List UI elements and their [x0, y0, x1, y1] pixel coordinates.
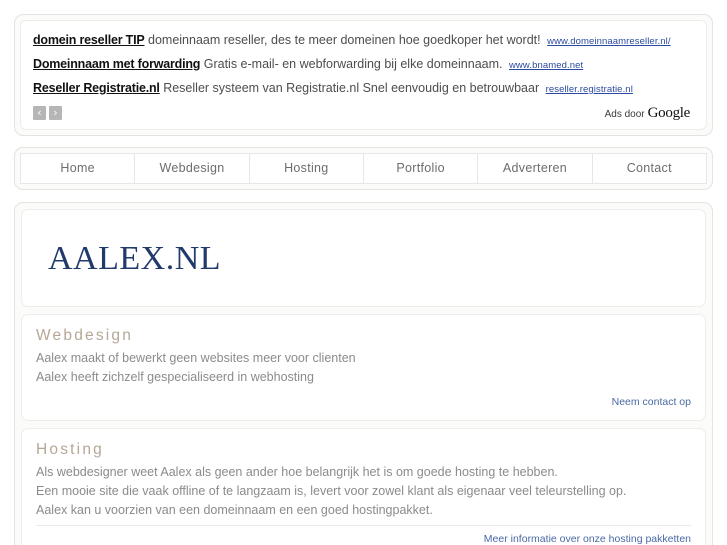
section-text-line: Aalex kan u voorzien van een domeinnaam …: [36, 503, 433, 517]
contact-link[interactable]: Neem contact op: [612, 396, 691, 408]
nav-item-home[interactable]: Home: [20, 153, 136, 184]
ad-entry[interactable]: domein reseller TIP domeinnaam reseller,…: [33, 29, 694, 53]
section-text-line: Aalex heeft zichzelf gespecialiseerd in …: [36, 370, 314, 384]
ad-entry[interactable]: Domeinnaam met forwarding Gratis e-mail-…: [33, 53, 694, 77]
content-area: AALEX.NL Webdesign Aalex maakt of bewerk…: [14, 202, 713, 545]
ads-pager: ‹ ›: [33, 106, 62, 120]
nav-item-contact[interactable]: Contact: [592, 153, 707, 184]
ads-attribution[interactable]: Ads door Google: [605, 105, 694, 122]
nav-item-portfolio[interactable]: Portfolio: [363, 153, 479, 184]
site-logo[interactable]: AALEX.NL: [48, 240, 221, 278]
nav-item-hosting[interactable]: Hosting: [249, 153, 364, 184]
main-navigation: Home Webdesign Hosting Portfolio Adverte…: [14, 147, 713, 190]
ad-description: domeinnaam reseller, des te meer domeine…: [148, 33, 541, 47]
ad-title-link[interactable]: Reseller Registratie.nl: [33, 81, 160, 95]
ad-url-link[interactable]: reseller.registratie.nl: [546, 84, 633, 95]
ad-entry[interactable]: Reseller Registratie.nl Reseller systeem…: [33, 77, 694, 101]
ad-title-link[interactable]: domein reseller TIP: [33, 33, 145, 47]
site-header-panel: AALEX.NL: [21, 209, 706, 307]
google-ads-inner: domein reseller TIP domeinnaam reseller,…: [20, 20, 707, 130]
section-text-line: Een mooie site die vaak offline of te la…: [36, 484, 627, 498]
section-webdesign: Webdesign Aalex maakt of bewerkt geen we…: [21, 314, 706, 421]
section-hosting: Hosting Als webdesigner weet Aalex als g…: [21, 428, 706, 545]
ads-attribution-prefix: Ads door: [604, 108, 645, 120]
ad-url-link[interactable]: www.bnamed.net: [509, 60, 583, 71]
nav-item-webdesign[interactable]: Webdesign: [135, 153, 250, 184]
google-ads-block: domein reseller TIP domeinnaam reseller,…: [14, 14, 713, 136]
chevron-left-icon[interactable]: ‹: [33, 106, 46, 120]
nav-item-adverteren[interactable]: Adverteren: [478, 153, 593, 184]
google-wordmark: Google: [647, 104, 691, 121]
ad-description: Reseller systeem van Registratie.nl Snel…: [163, 81, 540, 95]
section-footer: Meer informatie over onze hosting pakket…: [36, 525, 691, 545]
ad-description: Gratis e-mail- en webforwarding bij elke…: [203, 57, 503, 71]
ad-title-link[interactable]: Domeinnaam met forwarding: [33, 57, 200, 71]
hosting-info-link[interactable]: Meer informatie over onze hosting pakket…: [484, 533, 691, 545]
chevron-right-icon[interactable]: ›: [49, 106, 62, 120]
section-title: Webdesign: [36, 327, 134, 344]
section-title: Hosting: [36, 441, 104, 458]
section-footer: Neem contact op: [36, 392, 691, 410]
nav-list: Home Webdesign Hosting Portfolio Adverte…: [20, 153, 707, 184]
ads-footer: ‹ › Ads door Google: [33, 101, 694, 123]
section-text-line: Aalex maakt of bewerkt geen websites mee…: [36, 351, 356, 365]
section-text-line: Als webdesigner weet Aalex als geen ande…: [36, 465, 558, 479]
page-root: domein reseller TIP domeinnaam reseller,…: [0, 14, 727, 545]
ad-url-link[interactable]: www.domeinnaamreseller.nl/: [547, 36, 671, 47]
